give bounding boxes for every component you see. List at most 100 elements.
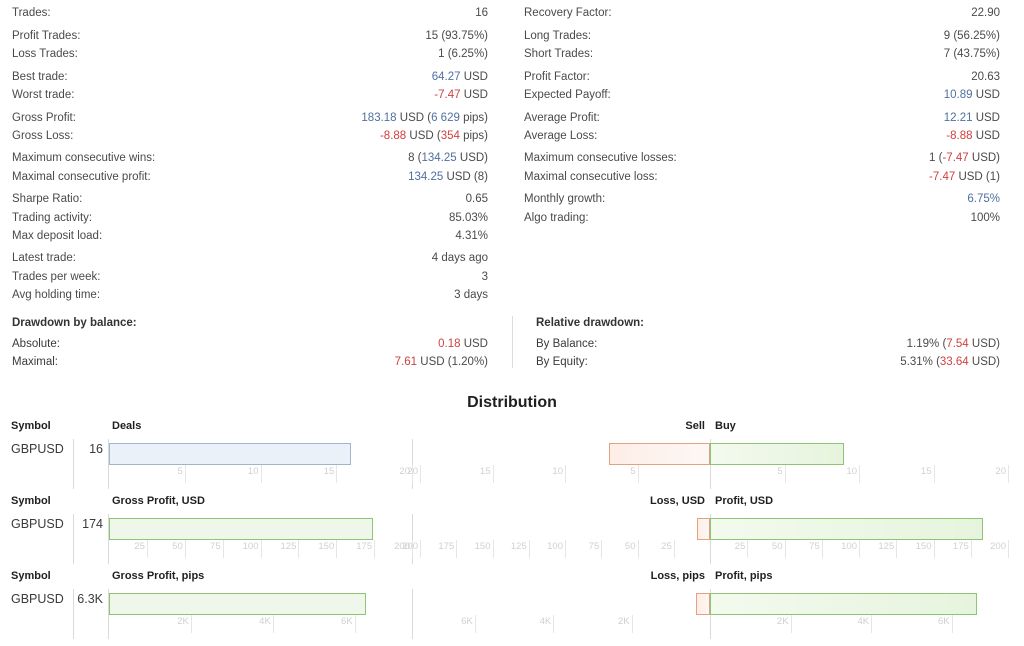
stat-value: 4.31% bbox=[455, 229, 488, 242]
drawdown-by-balance-block: Drawdown by balance: Absolute: 0.18 USD Ma… bbox=[0, 314, 512, 372]
axis-tick-label: 125 bbox=[510, 540, 527, 552]
stat-label: Long Trades: bbox=[524, 29, 592, 42]
stat-label: Sharpe Ratio: bbox=[12, 193, 83, 206]
stat-value: 3 bbox=[481, 270, 488, 283]
left-chart-title: Deals bbox=[112, 419, 142, 432]
stat-value: -8.88 USD bbox=[946, 127, 1000, 145]
axis-tick bbox=[790, 614, 792, 633]
stat-label: Algo trading: bbox=[524, 211, 589, 224]
stat-value-part: 354 bbox=[440, 129, 460, 142]
stat-value-part: -7.47 bbox=[434, 88, 461, 101]
stat-value: -7.47 USD bbox=[434, 86, 488, 104]
stat-label: Maximal consecutive loss: bbox=[524, 170, 658, 183]
axis-tick bbox=[374, 539, 376, 558]
bar-profit-usd bbox=[710, 517, 983, 540]
stat-value-part: 134.25 bbox=[408, 170, 444, 183]
axis-tick-label: 50 bbox=[771, 540, 783, 552]
stat-value-part: USD (1.20%) bbox=[417, 356, 488, 369]
relative-drawdown-rows: By Balance: 1.19% (7.54 USD) By Equity: 5.3… bbox=[536, 335, 1000, 371]
axis-tick bbox=[784, 464, 786, 483]
axis-tick-label: 4K bbox=[539, 615, 552, 627]
stat-label: Maximum consecutive wins: bbox=[12, 152, 156, 165]
stat-row: Sharpe Ratio: 0.65 bbox=[12, 190, 488, 208]
stat-value-part: 8 ( bbox=[408, 152, 422, 165]
axis-tick-label: 175 bbox=[952, 540, 969, 552]
stat-row: Expected Payoff: 10.89 USD bbox=[524, 86, 1000, 104]
stat-value-part: pips) bbox=[459, 129, 488, 142]
stat-label: Best trade: bbox=[12, 70, 68, 83]
negative-series-title: Sell bbox=[685, 419, 705, 432]
stat-label: Max deposit load: bbox=[12, 229, 103, 242]
drawdown-by-balance-title: Drawdown by balance: bbox=[12, 317, 137, 330]
stat-row: Recovery Factor: 22.90 bbox=[524, 4, 1000, 22]
stat-label: Recovery Factor: bbox=[524, 7, 612, 19]
axis-tick bbox=[184, 464, 186, 483]
stat-value: 0.65 bbox=[465, 193, 488, 206]
stat-row: Maximal consecutive loss: -7.47 USD (1) bbox=[524, 168, 1000, 186]
right-plot: 20 15 10 5 5 10 15 20 bbox=[407, 438, 1009, 489]
stat-value: 183.18 USD (6 629 pips) bbox=[361, 109, 488, 127]
stat-row: Gross Profit: 183.18 USD (6 629 pips) bbox=[12, 109, 488, 127]
distribution-chart-row: Symbol Deals Sell Buy GBPUSD 16 5 10 15 20 20 15 10 5… bbox=[0, 420, 1024, 495]
column-divider bbox=[73, 513, 74, 564]
drawdown-divider bbox=[512, 316, 513, 369]
distribution-title: Distribution bbox=[467, 393, 557, 411]
stat-value: 85.03% bbox=[448, 211, 488, 224]
axis-tick bbox=[260, 539, 262, 558]
trading-report-page: Trades: 16 Profit Trades: 15 (93.75%) Loss T… bbox=[0, 0, 1024, 646]
stat-value-part: USD (1) bbox=[955, 170, 1000, 183]
axis-tick-label: 100 bbox=[242, 540, 259, 552]
stat-value: 3 days bbox=[454, 288, 488, 301]
stat-value-part: 7.54 bbox=[946, 338, 969, 351]
axis-tick bbox=[190, 614, 192, 633]
axis-tick bbox=[859, 539, 860, 558]
stat-value-part: USD ( bbox=[406, 129, 441, 142]
axis-tick-label: 75 bbox=[210, 540, 221, 552]
axis-tick-label: 2K bbox=[177, 615, 189, 627]
axis-tick bbox=[146, 539, 148, 558]
axis-tick-label: 125 bbox=[878, 540, 895, 552]
left-plot: 25 50 75 100 125 150 175 200 bbox=[109, 514, 413, 564]
stat-value-part: 7.61 bbox=[394, 356, 418, 369]
right-plot: 6K 4K 2K 2K 4K 6K bbox=[420, 588, 1008, 639]
stat-value: 6.75% bbox=[967, 190, 1000, 208]
chart-header: Symbol Gross Profit, USD Loss, USD Profit, … bbox=[0, 495, 1024, 513]
statistics-column-right: Recovery Factor: 22.90 Long Trades: 9 (56.2… bbox=[512, 4, 1024, 304]
stat-value: 1 (-7.47 USD) bbox=[929, 149, 1000, 167]
stat-value: 12.21 USD bbox=[944, 109, 1000, 127]
symbol-column-header: Symbol bbox=[11, 419, 51, 432]
stat-label: Avg holding time: bbox=[12, 288, 101, 301]
axis-tick-label: 75 bbox=[809, 540, 820, 552]
stat-row: Loss Trades: 1 (6.25%) bbox=[12, 45, 488, 63]
axis-tick bbox=[637, 464, 639, 483]
axis-tick-label: 6K bbox=[461, 615, 473, 627]
axis-tick bbox=[474, 614, 476, 633]
stat-value: 16 bbox=[475, 7, 488, 19]
stat-value-part: USD bbox=[460, 338, 488, 351]
stat-value: 7 (43.75%) bbox=[943, 47, 1000, 60]
stat-row: Trades: 16 bbox=[12, 4, 488, 22]
stat-label: Trades: bbox=[12, 7, 51, 19]
stat-value: 7.61 USD (1.20%) bbox=[395, 353, 488, 371]
axis-tick bbox=[272, 614, 274, 633]
drawdown-by-balance-rows: Absolute: 0.18 USD Maximal: 7.61 USD (1.20%… bbox=[12, 335, 488, 371]
axis-tick bbox=[933, 464, 935, 483]
stat-value-part: 1 ( bbox=[929, 152, 943, 165]
axis-tick bbox=[528, 539, 530, 558]
chart-header: Symbol Deals Sell Buy bbox=[0, 420, 1024, 438]
stat-label: Profit Trades: bbox=[12, 29, 81, 42]
negative-series-title: Loss, pips bbox=[650, 569, 705, 582]
stat-row: Monthly growth: 6.75% bbox=[524, 190, 1000, 208]
stat-label: Profit Factor: bbox=[524, 70, 590, 83]
stat-value-part: USD ( bbox=[396, 111, 432, 124]
stat-label: Average Loss: bbox=[524, 129, 598, 142]
stat-value-part: USD bbox=[972, 88, 1000, 101]
stat-row: Trades per week: 3 bbox=[12, 268, 488, 286]
stat-value-part: pips) bbox=[459, 111, 488, 124]
stat-row: Maximum consecutive losses: 1 (-7.47 USD) bbox=[524, 149, 1000, 167]
left-chart-title: Gross Profit, pips bbox=[112, 569, 205, 582]
bar-gross-profit-usd bbox=[109, 517, 373, 540]
stat-row: Gross Loss: -8.88 USD (354 pips) bbox=[12, 127, 488, 145]
stat-value: 134.25 USD (8) bbox=[408, 168, 488, 186]
drawdown-row: By Balance: 1.19% (7.54 USD) bbox=[536, 335, 1000, 353]
